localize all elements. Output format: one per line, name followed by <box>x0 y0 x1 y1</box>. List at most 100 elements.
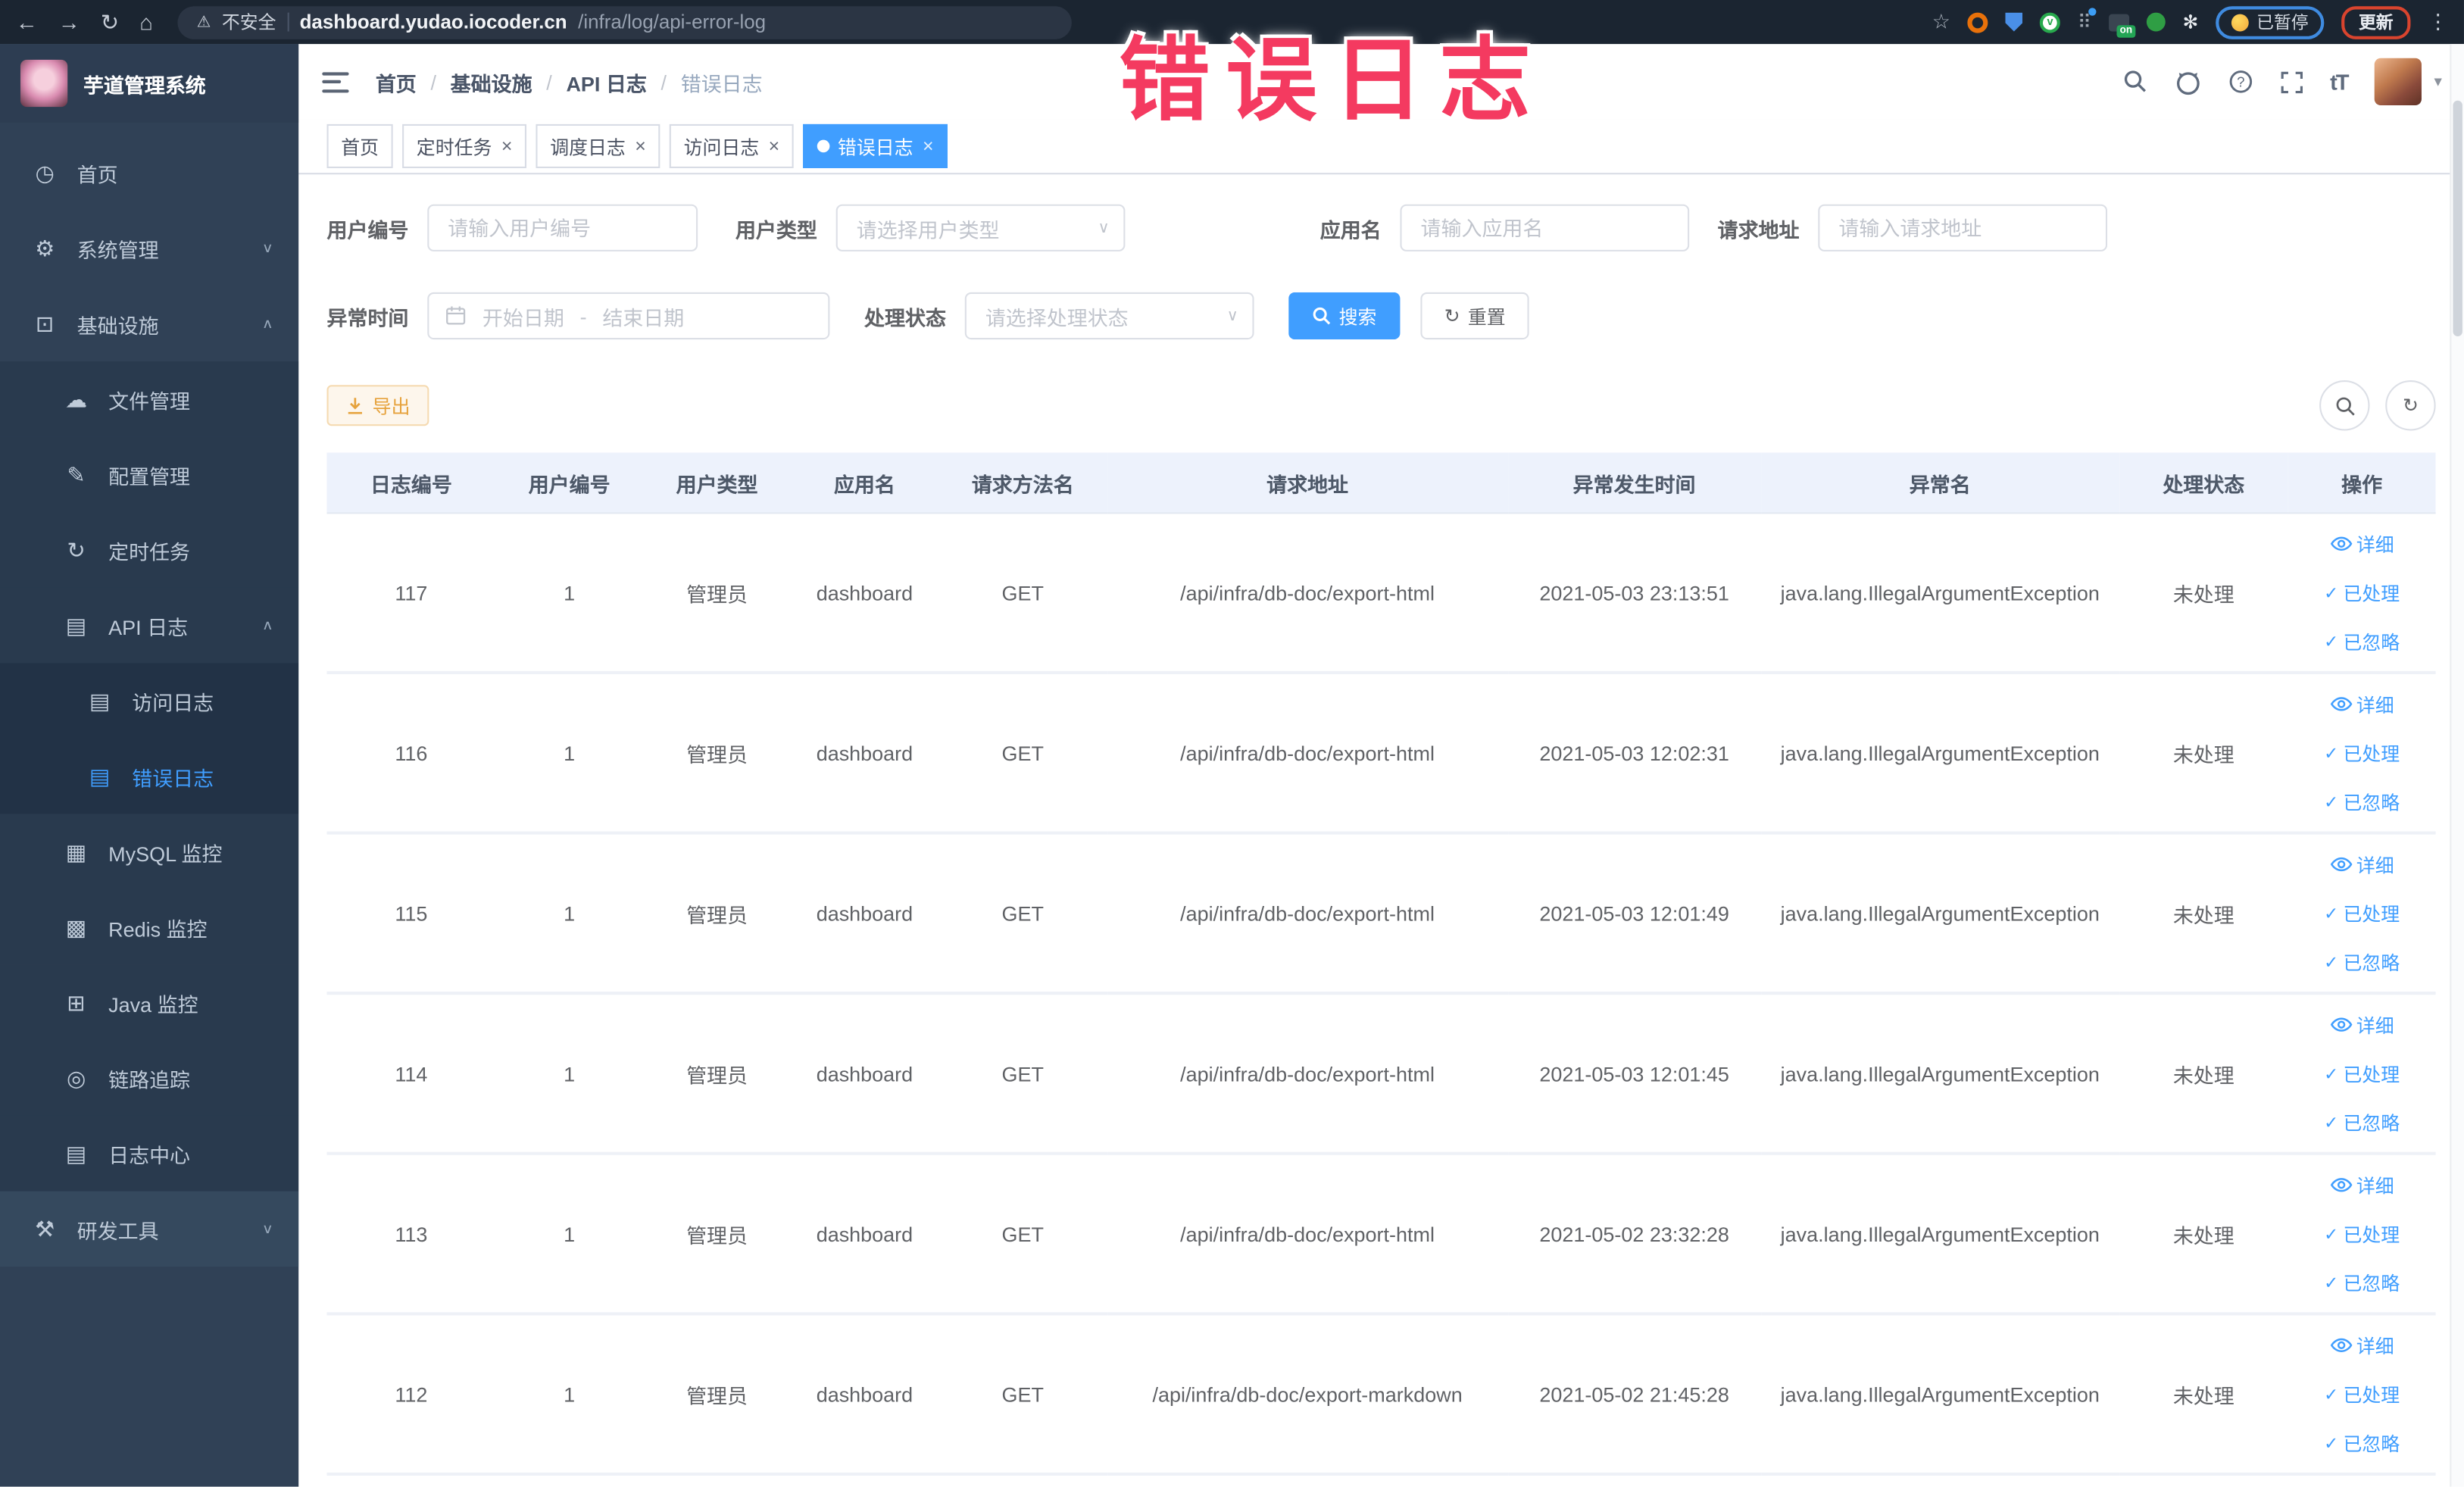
sidebar-item-file[interactable]: ☁ 文件管理 <box>0 361 299 437</box>
breadcrumb-api-log[interactable]: API 日志 <box>566 67 646 96</box>
user-avatar[interactable] <box>2374 58 2422 105</box>
extension-orange-icon[interactable] <box>1967 11 1988 33</box>
sidebar-item-log-center[interactable]: ▤ 日志中心 <box>0 1115 299 1192</box>
sidebar-item-mysql[interactable]: ▦ MySQL 监控 <box>0 814 299 890</box>
sidebar-item-redis[interactable]: ▩ Redis 监控 <box>0 889 299 965</box>
request-url-input[interactable] <box>1818 204 2108 251</box>
mark-processed-link[interactable]: ✓ 已处理 <box>2324 579 2400 605</box>
paused-extension-pill[interactable]: 已暂停 <box>2216 5 2325 39</box>
sidebar-item-api-log[interactable]: ▤ API 日志 ∧ <box>0 587 299 664</box>
cell-actions: 详细 ✓ 已处理 ✓ 已忽略 <box>2288 993 2436 1155</box>
url-bar[interactable]: ⚠ 不安全 dashboard.yudao.iocoder.cn/infra/l… <box>177 5 1073 39</box>
mark-ignored-link[interactable]: ✓ 已忽略 <box>2324 1269 2400 1295</box>
detail-link[interactable]: 详细 <box>2329 1011 2394 1038</box>
refresh-table-button[interactable]: ↻ <box>2385 380 2436 431</box>
url-path: /infra/log/api-error-log <box>578 11 767 33</box>
avatar-caret-icon[interactable]: ▾ <box>2434 73 2441 90</box>
menu-label: 定时任务 <box>108 539 191 564</box>
tab-home[interactable]: 首页 <box>326 123 393 168</box>
sidebar-item-dev-tools[interactable]: ⚒ 研发工具 ∨ <box>0 1191 299 1267</box>
mark-processed-link[interactable]: ✓ 已处理 <box>2324 1381 2400 1407</box>
extension-grid-icon[interactable]: ⠿ <box>2078 8 2097 33</box>
tab-job-log[interactable]: 调度日志 × <box>536 123 661 168</box>
mark-processed-link[interactable]: ✓ 已处理 <box>2324 1060 2400 1086</box>
mark-ignored-link[interactable]: ✓ 已忽略 <box>2324 1429 2400 1456</box>
mark-ignored-link[interactable]: ✓ 已忽略 <box>2324 788 2400 814</box>
process-status-select[interactable]: 请选择处理状态 ∨ <box>964 292 1254 340</box>
sidebar-item-error-log[interactable]: ▤ 错误日志 <box>0 739 299 814</box>
eye-icon <box>2329 536 2352 551</box>
fullscreen-icon[interactable] <box>2280 70 2303 93</box>
scrollbar-track[interactable] <box>2450 44 2464 1487</box>
browser-update-button[interactable]: 更新 <box>2341 5 2411 39</box>
app-name-input[interactable] <box>1400 204 1690 251</box>
cell-app-name: dashboard <box>791 672 938 835</box>
cell-url: /api/infra/db-doc/export-markdown <box>1107 1314 1508 1476</box>
close-icon[interactable]: × <box>635 136 646 155</box>
sidebar-item-infra[interactable]: ⊡ 基础设施 ∧ <box>0 286 298 362</box>
annotation-error-log: 错误日志 <box>1119 27 1547 134</box>
export-button[interactable]: 导出 <box>326 385 429 426</box>
extension-paw-icon[interactable]: ✻ <box>2182 11 2198 33</box>
filter-label: 应用名 <box>1319 217 1382 242</box>
cell-log-id: 117 <box>326 513 496 674</box>
browser-menu-icon[interactable]: ⋮ <box>2428 9 2448 34</box>
filter-label: 请求地址 <box>1717 217 1800 242</box>
detail-link[interactable]: 详细 <box>2329 691 2394 717</box>
close-icon[interactable]: × <box>769 136 780 155</box>
home-icon[interactable]: ⌂ <box>139 11 153 33</box>
back-icon[interactable]: ← <box>16 11 38 33</box>
toggle-search-button[interactable] <box>2319 380 2370 431</box>
cell-time: 2021-05-02 21:45:28 <box>1507 1314 1761 1476</box>
breadcrumb-infra[interactable]: 基础设施 <box>451 67 532 96</box>
detail-link[interactable]: 详细 <box>2329 530 2394 557</box>
tab-error-log[interactable]: 错误日志 × <box>803 123 948 168</box>
sidebar-item-config[interactable]: ✎ 配置管理 <box>0 436 299 513</box>
close-icon[interactable]: × <box>501 136 513 155</box>
extension-shield-icon[interactable] <box>2005 12 2023 32</box>
mark-ignored-link[interactable]: ✓ 已忽略 <box>2324 628 2400 654</box>
extension-plant-icon[interactable] <box>2146 12 2166 32</box>
extension-green-icon[interactable]: v <box>2040 11 2061 33</box>
mark-processed-link[interactable]: ✓ 已处理 <box>2324 1220 2400 1247</box>
app-logo-row[interactable]: 芋道管理系统 <box>0 44 299 123</box>
sidebar-item-system[interactable]: ⚙ 系统管理 ∨ <box>0 211 298 286</box>
bookmark-star-icon[interactable]: ☆ <box>1932 9 1950 34</box>
sidebar-item-trace[interactable]: ◎ 链路追踪 <box>0 1040 299 1116</box>
search-button[interactable]: 搜索 <box>1288 292 1401 340</box>
date-range-picker[interactable]: 开始日期 - 结束日期 <box>427 292 830 340</box>
log-center-icon: ▤ <box>65 1140 87 1166</box>
reset-button[interactable]: ↻ 重置 <box>1420 292 1529 340</box>
forward-icon[interactable]: → <box>58 11 80 33</box>
user-type-select[interactable]: 请选择用户类型 ∨ <box>835 204 1126 251</box>
sidebar-item-java[interactable]: ⊞ Java 监控 <box>0 964 299 1041</box>
mark-ignored-link[interactable]: ✓ 已忽略 <box>2324 948 2400 975</box>
help-icon[interactable]: ? <box>2228 69 2253 94</box>
check-icon: ✓ <box>2324 1385 2339 1404</box>
detail-link[interactable]: 详细 <box>2329 1172 2394 1198</box>
font-size-icon[interactable]: tT <box>2330 69 2349 94</box>
sidebar-item-job[interactable]: ↻ 定时任务 <box>0 512 299 588</box>
mark-ignored-link[interactable]: ✓ 已忽略 <box>2324 1109 2400 1136</box>
filter-user-id: 用户编号 <box>327 204 698 251</box>
tab-job[interactable]: 定时任务 × <box>402 123 527 168</box>
reload-icon[interactable]: ↻ <box>101 11 119 33</box>
search-icon[interactable] <box>2122 69 2147 94</box>
svg-text:?: ? <box>2237 74 2244 90</box>
sidebar-item-access-log[interactable]: ▤ 访问日志 <box>0 663 299 739</box>
detail-link[interactable]: 详细 <box>2329 851 2394 877</box>
scrollbar-thumb[interactable] <box>2453 100 2462 336</box>
user-id-input[interactable] <box>427 204 698 251</box>
sidebar-item-home[interactable]: ◷ 首页 <box>0 135 298 211</box>
timer-icon: ↻ <box>67 536 86 562</box>
mark-processed-link[interactable]: ✓ 已处理 <box>2324 739 2400 766</box>
extension-switch-icon[interactable]: on <box>2108 13 2136 37</box>
github-icon[interactable] <box>2175 68 2201 95</box>
detail-link[interactable]: 详细 <box>2329 1332 2394 1358</box>
mark-processed-link[interactable]: ✓ 已处理 <box>2324 900 2400 926</box>
tab-label: 首页 <box>341 136 379 158</box>
breadcrumb-home[interactable]: 首页 <box>376 67 417 96</box>
tab-access-log[interactable]: 访问日志 × <box>669 123 794 168</box>
hamburger-icon[interactable] <box>322 71 349 92</box>
close-icon[interactable]: × <box>923 136 934 155</box>
